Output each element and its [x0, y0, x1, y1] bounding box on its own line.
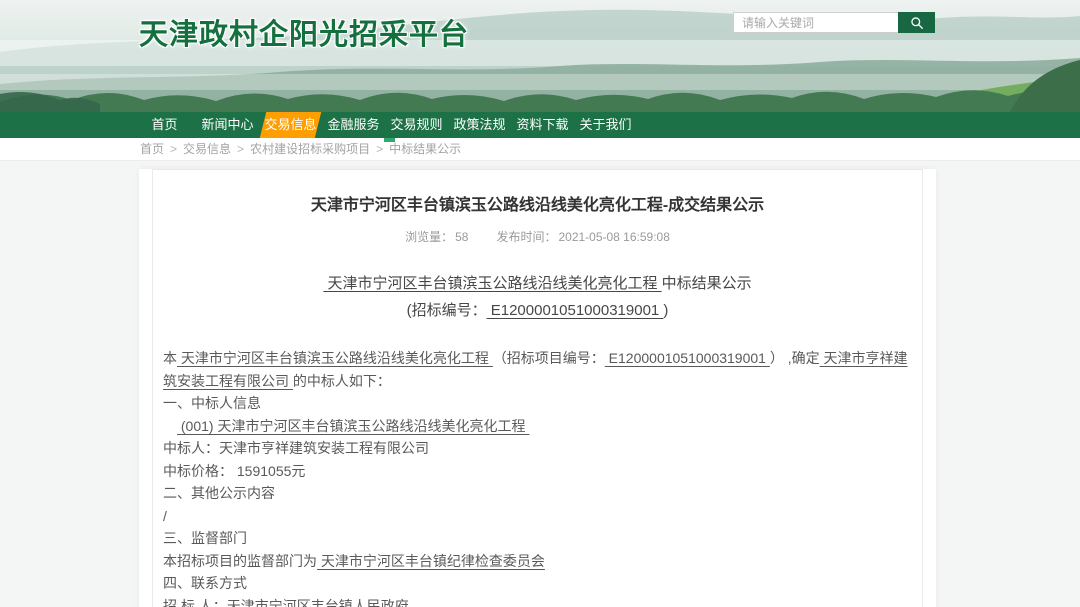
search-input[interactable]	[733, 12, 898, 33]
publish-time-label: 发布时间：	[496, 230, 556, 244]
underlined-text: 天津市宁河区丰台镇纪律检查委员会	[317, 553, 545, 569]
text-segment: （招标项目编号：	[493, 350, 605, 366]
text-segment: 四、联系方式	[163, 575, 247, 591]
site-header: 天津政村企阳光招采平台	[0, 0, 1080, 112]
announcement-paragraph: 本 天津市宁河区丰台镇滨玉公路线沿线美化亮化工程 （招标项目编号： E12000…	[163, 347, 912, 392]
text-segment: 中标结果公示	[662, 275, 752, 292]
body-line: 二、其他公示内容	[163, 482, 912, 505]
underlined-text: 天津市宁河区丰台镇滨玉公路线沿线美化亮化工程	[177, 350, 493, 366]
announcement-body: 一、中标人信息 (001) 天津市宁河区丰台镇滨玉公路线沿线美化亮化工程 中标人…	[163, 392, 912, 607]
breadcrumb-trade-info[interactable]: 交易信息	[183, 142, 231, 156]
text-segment: 本	[163, 350, 177, 366]
nav-items: 首页 新闻中心 交易信息 金融服务 交易规则 政策法规 资料下载 关于我们	[133, 112, 1080, 138]
tender-number-line: (招标编号： E1200001051000319001 )	[163, 299, 912, 320]
breadcrumb-current-page: 中标结果公示	[389, 142, 461, 156]
nav-item-finance[interactable]: 金融服务	[322, 112, 385, 138]
nav-item-trade-rules[interactable]: 交易规则	[385, 112, 448, 138]
body-line: (001) 天津市宁河区丰台镇滨玉公路线沿线美化亮化工程	[163, 415, 912, 438]
breadcrumb-separator: >	[237, 142, 244, 156]
breadcrumb-home[interactable]: 首页	[140, 142, 164, 156]
views-label: 浏览量：	[405, 230, 453, 244]
nav-item-downloads[interactable]: 资料下载	[511, 112, 574, 138]
text-segment: /	[163, 508, 167, 524]
text-segment: 三、监督部门	[163, 530, 247, 546]
nav-item-news[interactable]: 新闻中心	[196, 112, 259, 138]
content-panel: 天津市宁河区丰台镇滨玉公路线沿线美化亮化工程-成交结果公示 浏览量：58 发布时间…	[139, 169, 936, 607]
nav-item-trade-info[interactable]: 交易信息	[259, 112, 322, 138]
publish-time: 2021-05-08 16:59:08	[558, 230, 669, 244]
breadcrumb-separator: >	[376, 142, 383, 156]
text-segment: 二、其他公示内容	[163, 485, 275, 501]
views-count: 58	[455, 230, 468, 244]
search-button[interactable]	[898, 12, 935, 33]
breadcrumb-rural-projects[interactable]: 农村建设招标采购项目	[250, 142, 370, 156]
site-title: 天津政村企阳光招采平台	[139, 11, 469, 53]
breadcrumb-separator: >	[170, 142, 177, 156]
nav-accent-mark	[384, 138, 395, 142]
text-segment: (招标编号：	[407, 302, 487, 319]
text-segment	[163, 418, 177, 434]
text-segment: 的中标人如下：	[293, 373, 391, 389]
nav-item-home[interactable]: 首页	[133, 112, 196, 138]
body-line: 招 标 人：天津市宁河区丰台镇人民政府	[163, 595, 912, 607]
announcement-title: 天津市宁河区丰台镇滨玉公路线沿线美化亮化工程-成交结果公示	[163, 191, 912, 215]
text-segment: 本招标项目的监督部门为	[163, 553, 317, 569]
text-segment: ） ,确定	[770, 350, 820, 366]
body-line: 一、中标人信息	[163, 392, 912, 415]
text-segment: 一、中标人信息	[163, 395, 261, 411]
breadcrumb: 首页 > 交易信息 > 农村建设招标采购项目 > 中标结果公示	[0, 138, 1080, 161]
nav-item-policy[interactable]: 政策法规	[448, 112, 511, 138]
nav-item-about[interactable]: 关于我们	[574, 112, 637, 138]
result-heading: 天津市宁河区丰台镇滨玉公路线沿线美化亮化工程 中标结果公示	[163, 272, 912, 293]
text-segment: 招 标 人：天津市宁河区丰台镇人民政府	[163, 598, 409, 607]
announcement-meta: 浏览量：58 发布时间：2021-05-08 16:59:08	[163, 228, 912, 245]
text-segment: 中标人：天津市亨祥建筑安装工程有限公司	[163, 440, 429, 456]
body-line: /	[163, 505, 912, 528]
search-icon	[910, 16, 924, 30]
search-box	[733, 12, 935, 33]
body-line: 中标人：天津市亨祥建筑安装工程有限公司	[163, 437, 912, 460]
underlined-text: E1200001051000319001	[487, 302, 664, 319]
main-nav: 首页 新闻中心 交易信息 金融服务 交易规则 政策法规 资料下载 关于我们	[0, 112, 1080, 138]
underlined-text: E1200001051000319001	[605, 350, 770, 366]
body-line: 四、联系方式	[163, 572, 912, 595]
body-line: 本招标项目的监督部门为 天津市宁河区丰台镇纪律检查委员会	[163, 550, 912, 573]
text-segment: 中标价格： 1591055元	[163, 463, 305, 479]
text-segment: )	[663, 302, 668, 319]
underlined-text: (001) 天津市宁河区丰台镇滨玉公路线沿线美化亮化工程	[177, 418, 529, 434]
body-line: 三、监督部门	[163, 527, 912, 550]
announcement-box: 天津市宁河区丰台镇滨玉公路线沿线美化亮化工程-成交结果公示 浏览量：58 发布时间…	[152, 169, 923, 607]
body-line: 中标价格： 1591055元	[163, 460, 912, 483]
underlined-text: 天津市宁河区丰台镇滨玉公路线沿线美化亮化工程	[323, 275, 661, 292]
